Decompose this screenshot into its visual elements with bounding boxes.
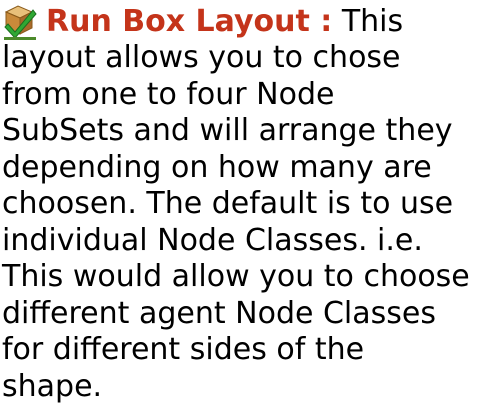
description-line: SubSets and will arrange they (2, 113, 453, 148)
description-line: for different sides of the (2, 332, 365, 367)
description-line: layout allows you to chose (2, 40, 401, 75)
description-first-line: Run Box Layout : This (2, 0, 480, 40)
description-line: from one to four Node (2, 76, 335, 112)
section-heading: Run Box Layout : (46, 3, 333, 39)
green-check-box-icon (2, 0, 38, 40)
description-line: choosen. The default is to use (2, 186, 454, 221)
layout-description: Run Box Layout : This layout allows you … (2, 0, 480, 405)
description-line: individual Node Classes. i.e. (2, 222, 423, 258)
description-line: This would allow you to choose (2, 259, 470, 294)
description-line: shape. (2, 368, 103, 404)
description-line: depending on how many are (2, 149, 432, 185)
heading-tail-text: This (332, 3, 404, 39)
description-line: different agent Node Classes (2, 295, 436, 331)
